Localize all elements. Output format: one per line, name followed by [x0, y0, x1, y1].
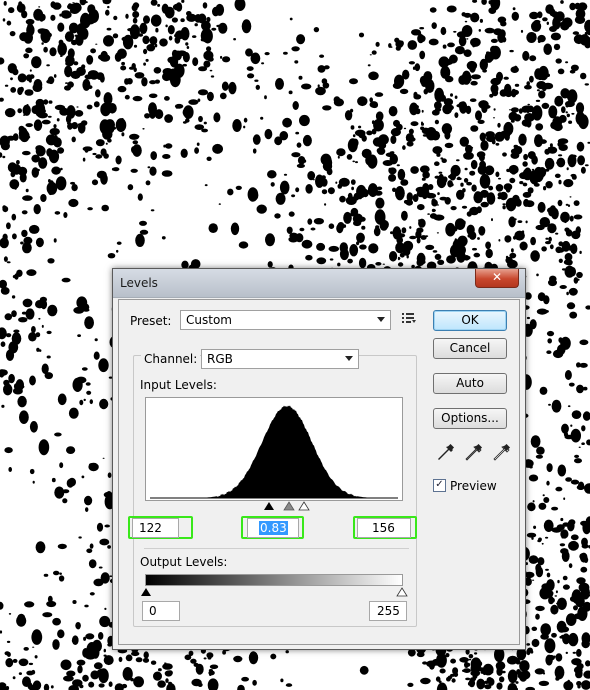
white-eyedropper-icon[interactable]	[493, 444, 511, 462]
title-bar[interactable]: Levels ✕	[113, 269, 525, 298]
histogram	[145, 397, 403, 501]
dialog-title: Levels	[120, 276, 158, 290]
black-eyedropper-icon[interactable]	[437, 444, 455, 462]
levels-dialog: Levels ✕ Preset: Custom OK Cancel Auto O…	[112, 268, 526, 650]
histogram-graph	[150, 405, 398, 499]
output-black-slider[interactable]	[140, 587, 152, 597]
dialog-body: Preset: Custom OK Cancel Auto Options...…	[118, 299, 520, 645]
preset-dropdown[interactable]: Custom	[180, 310, 391, 330]
input-gamma-value: 0.83	[259, 521, 288, 535]
input-gamma-slider[interactable]	[283, 501, 295, 511]
preview-label: Preview	[450, 479, 497, 493]
input-gamma-field[interactable]: 0.83	[247, 518, 299, 538]
output-levels-label: Output Levels:	[140, 555, 228, 569]
gray-eyedropper-icon[interactable]	[465, 444, 483, 462]
chevron-down-icon	[345, 356, 353, 361]
cancel-button[interactable]: Cancel	[433, 338, 507, 359]
output-black-field[interactable]: 0	[142, 601, 180, 621]
preview-checkbox[interactable]: ✓	[433, 479, 446, 492]
output-white-slider[interactable]	[396, 587, 408, 597]
channel-label: Channel:	[141, 352, 201, 366]
input-white-field[interactable]: 156	[357, 518, 411, 538]
input-white-slider[interactable]	[298, 501, 310, 511]
channel-dropdown[interactable]: RGB	[201, 349, 359, 369]
output-white-field[interactable]: 255	[369, 601, 407, 621]
presets-menu-icon[interactable]	[402, 312, 416, 326]
input-levels-label: Input Levels:	[140, 378, 217, 392]
output-gradient-bar	[145, 574, 403, 586]
levels-separator	[144, 548, 409, 549]
input-black-slider[interactable]	[263, 501, 275, 511]
input-black-field[interactable]: 122	[132, 518, 179, 538]
preset-value: Custom	[186, 313, 232, 327]
chevron-down-icon	[377, 317, 385, 322]
preset-label: Preset:	[130, 314, 172, 328]
channel-value: RGB	[207, 352, 233, 366]
ok-button[interactable]: OK	[433, 310, 507, 331]
options-button[interactable]: Options...	[433, 408, 507, 429]
close-button[interactable]: ✕	[475, 269, 519, 288]
auto-button[interactable]: Auto	[433, 373, 507, 394]
